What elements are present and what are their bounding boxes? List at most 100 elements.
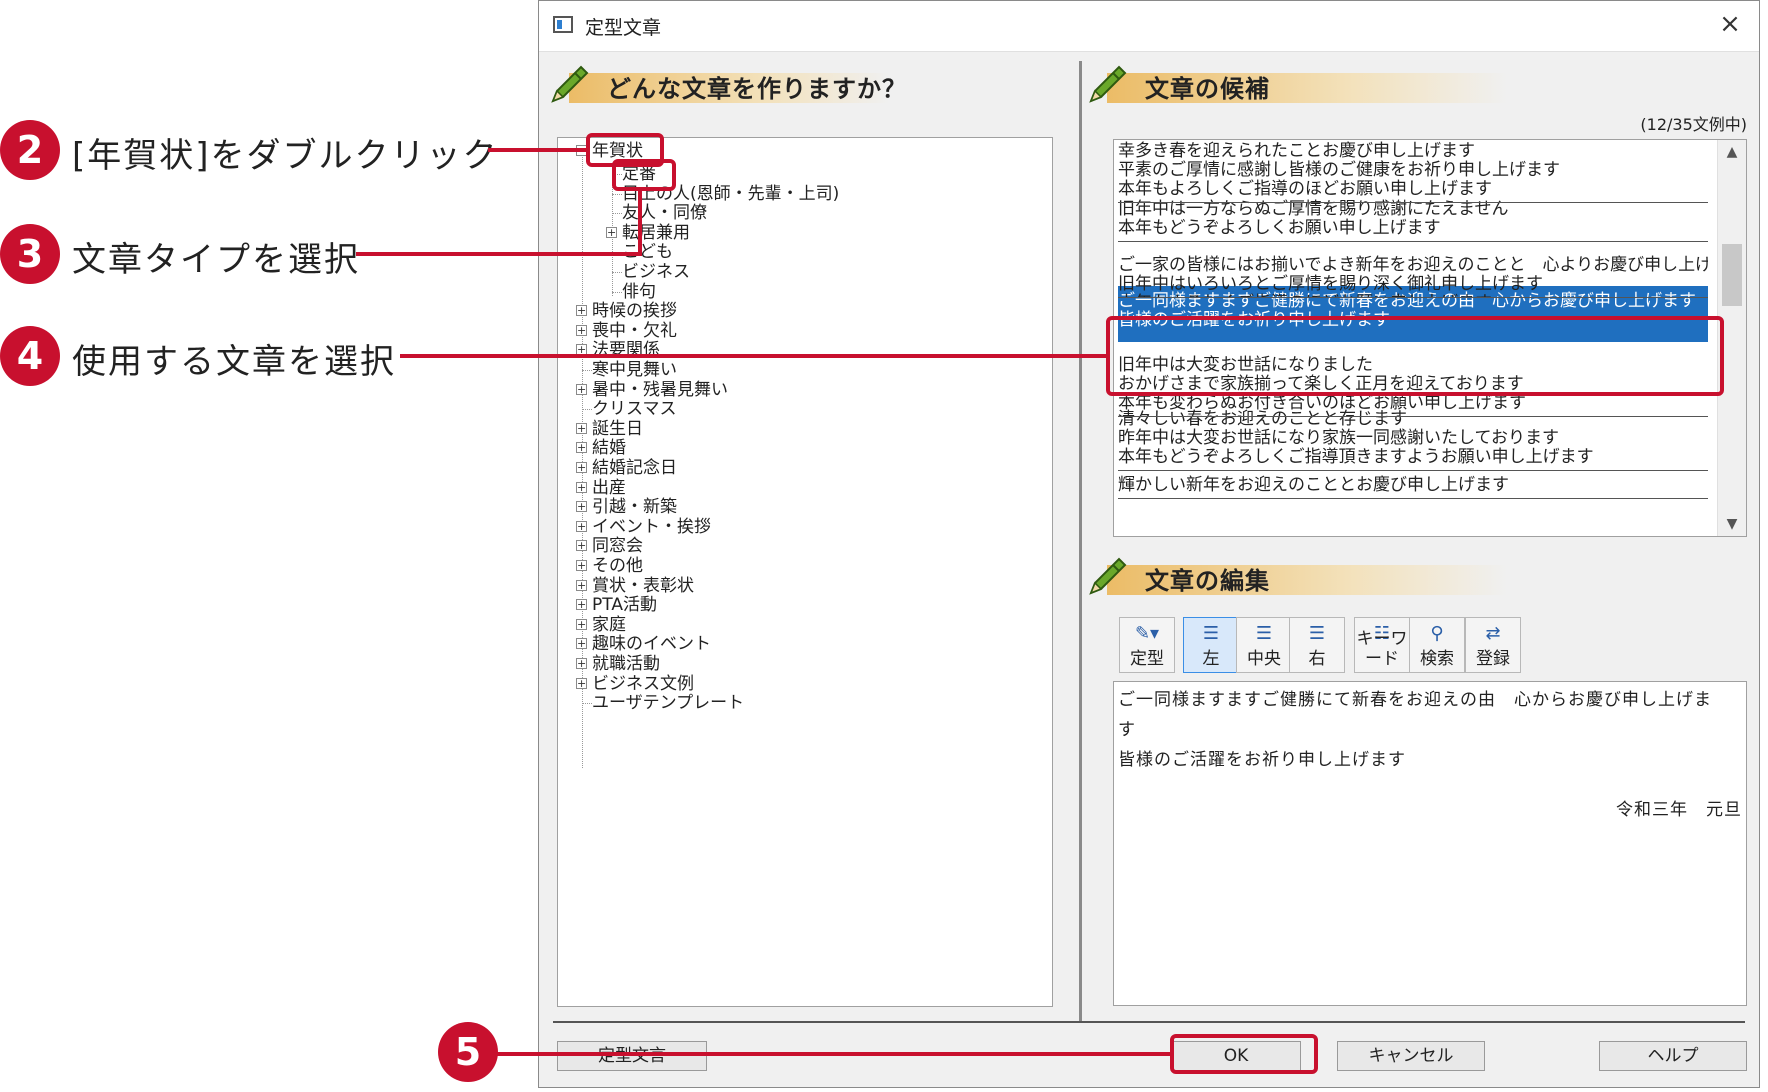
app-icon xyxy=(553,16,573,33)
expand-icon[interactable]: + xyxy=(576,658,587,669)
tree-connector xyxy=(612,213,622,215)
scroll-up-icon[interactable]: ▲ xyxy=(1718,140,1746,164)
editor-line: す xyxy=(1118,720,1136,740)
tree-connector xyxy=(612,272,622,273)
editor-line: 令和三年 元旦 xyxy=(1616,800,1742,820)
expand-icon[interactable]: + xyxy=(576,442,587,454)
annotation-line-4 xyxy=(400,354,1108,358)
tree-connector xyxy=(582,152,583,768)
title-bar: 定型文章 × xyxy=(539,1,1759,52)
candidate-item[interactable]: 輝かしい新年をお迎えのこととお慶び申し上げます xyxy=(1118,472,1708,499)
expand-icon[interactable]: + xyxy=(576,305,587,317)
align-center-icon: ☰ xyxy=(1255,623,1273,644)
expand-icon[interactable]: + xyxy=(576,501,587,513)
candidate-line: 平素のご厚情に感謝し皆様のご健康をお祈り申し上げます xyxy=(1118,160,1560,180)
toolbar-button[interactable]: ☰ 右 xyxy=(1289,617,1345,673)
annotation-line-5 xyxy=(496,1052,1172,1056)
candidates-heading: 文章の候補 xyxy=(1085,61,1507,107)
register-icon: ⇄ xyxy=(1485,623,1501,644)
candidate-line: 輝かしい新年をお迎えのこととお慶び申し上げます xyxy=(1118,475,1509,495)
expand-icon[interactable]: + xyxy=(576,324,587,336)
annotation-line-3-vertical xyxy=(638,188,642,256)
candidate-line: 本年もどうぞよろしくお願い申し上げます xyxy=(1118,218,1441,238)
annotation-text-2: [年賀状]をダブルクリック xyxy=(72,136,499,176)
edit-heading: 文章の編集 xyxy=(1085,553,1507,599)
candidates-heading-text: 文章の候補 xyxy=(1145,75,1270,103)
expand-icon[interactable]: + xyxy=(576,422,587,434)
pencil-icon xyxy=(1089,65,1127,103)
toolbar-button[interactable]: ☰ 中央 xyxy=(1236,617,1292,673)
cancel-button[interactable]: キャンセル xyxy=(1337,1041,1485,1071)
annotation-line-2 xyxy=(488,148,588,152)
toolbar-button[interactable]: ☰ 左 xyxy=(1183,617,1239,673)
toolbar-button-label: 左 xyxy=(1202,649,1220,669)
expand-icon[interactable]: + xyxy=(576,462,587,473)
window-title: 定型文章 xyxy=(585,17,662,39)
expand-icon[interactable]: + xyxy=(576,638,587,650)
annotation-line-3 xyxy=(356,252,640,256)
expand-icon[interactable]: + xyxy=(576,618,587,630)
candidate-item[interactable]: 幸多き春を迎えられたことお慶び申し上げます 平素のご厚情に感謝し皆様のご健康をお祈… xyxy=(1118,140,1708,203)
expand-icon[interactable]: + xyxy=(576,383,587,395)
annotation-text-3: 文章タイプを選択 xyxy=(72,240,360,280)
toolbar-button-label: 登録 xyxy=(1476,649,1510,669)
tree-connector xyxy=(612,291,622,293)
toolbar-button-label: 右 xyxy=(1308,649,1326,669)
tree-connector xyxy=(582,409,592,411)
candidate-line: 幸多き春を迎えられたことお慶び申し上げます xyxy=(1118,141,1475,161)
expand-icon[interactable]: + xyxy=(576,599,587,611)
toolbar-button[interactable]: ✎▾ 定型 xyxy=(1119,617,1175,673)
step-badge-5: 5 xyxy=(438,1022,498,1082)
editor-line: 皆様のご活躍をお祈り申し上げます xyxy=(1118,750,1406,770)
bottom-separator xyxy=(553,1021,1745,1023)
expand-icon[interactable]: + xyxy=(576,540,587,552)
expand-icon[interactable]: + xyxy=(576,520,587,532)
help-button[interactable]: ヘルプ xyxy=(1599,1041,1747,1071)
highlight-ok xyxy=(1170,1034,1318,1074)
editor-line: ご一同様ますますご健勝にて新春をお迎えの由 心からお慶び申し上げま xyxy=(1118,690,1712,710)
candidate-line: ご一家の皆様にはお揃いでよき新年をお迎えのことと 心よりお慶び申し上げます xyxy=(1118,255,1708,275)
expand-icon[interactable]: + xyxy=(576,579,587,591)
template-icon: ✎▾ xyxy=(1134,623,1160,644)
toolbar-button-label: キーワード xyxy=(1356,629,1408,669)
annotation-text-4: 使用する文章を選択 xyxy=(72,342,396,382)
scroll-thumb[interactable] xyxy=(1722,244,1742,306)
align-right-icon: ☰ xyxy=(1308,623,1326,644)
toolbar-button-label: 検索 xyxy=(1420,649,1454,669)
candidate-line: 本年もよろしくご指導のほどお願い申し上げます xyxy=(1118,179,1492,199)
align-left-icon: ☰ xyxy=(1202,623,1220,644)
teikei-button[interactable]: 定型文言 xyxy=(557,1041,707,1071)
expand-icon[interactable]: + xyxy=(576,481,587,493)
edit-heading-text: 文章の編集 xyxy=(1145,567,1270,595)
close-button[interactable]: × xyxy=(1715,9,1745,39)
step-badge-4: 4 xyxy=(0,326,60,386)
candidate-line: 本年も変わらぬお付き合いのほどお願い申し上げます xyxy=(1118,393,1526,413)
search-icon: ⚲ xyxy=(1430,623,1444,644)
panel-divider[interactable] xyxy=(1079,61,1082,1021)
text-editor[interactable]: ご一同様ますますご健勝にて新春をお迎えの由 心からお慶び申し上げま す 皆様のご… xyxy=(1113,681,1747,1006)
toolbar-button-label: 定型 xyxy=(1130,649,1164,669)
left-section-heading: どんな文章を作りますか？ xyxy=(547,61,907,107)
step-badge-3: 3 xyxy=(0,224,60,284)
toolbar-button-label: 中央 xyxy=(1247,649,1281,669)
category-tree[interactable]: −年賀状定番目上の人(恩師・先輩・上司)友人・同僚+転居兼用こどもビジネス俳句+… xyxy=(557,137,1053,1007)
expand-icon[interactable]: + xyxy=(576,560,587,571)
expand-icon[interactable]: + xyxy=(606,226,617,238)
pencil-icon xyxy=(551,65,589,103)
candidate-line: 昨年中は大変お世話になり家族一同感謝いたしております xyxy=(1118,428,1559,448)
highlight-teiban xyxy=(612,159,676,191)
tree-connector xyxy=(612,193,622,195)
toolbar-button[interactable]: ☷ キーワード xyxy=(1354,617,1410,673)
step-badge-2: 2 xyxy=(0,120,60,180)
candidate-count: (12/35文例中) xyxy=(1640,115,1747,134)
expand-icon[interactable]: + xyxy=(576,677,587,689)
toolbar-button[interactable]: ⇄ 登録 xyxy=(1465,617,1521,673)
scroll-down-icon[interactable]: ▼ xyxy=(1718,512,1746,536)
dialog-window: 定型文章 × どんな文章を作りますか？ −年賀状定番目上の人(恩師・先輩・上司)… xyxy=(538,0,1760,1088)
toolbar-button[interactable]: ⚲ 検索 xyxy=(1409,617,1465,673)
candidate-line: 本年もよろしくご指導のほどお願い申し上げます xyxy=(1118,294,1708,298)
candidate-line: 旧年中はいろいろとご厚情を賜り深く御礼申し上げます xyxy=(1118,274,1543,294)
candidate-item[interactable]: ご一家の皆様にはお揃いでよき新年をお迎えのことと 心よりお慶び申し上げます 旧年中… xyxy=(1118,252,1708,298)
left-heading-text: どんな文章を作りますか？ xyxy=(607,75,907,103)
pencil-icon xyxy=(1089,557,1127,595)
